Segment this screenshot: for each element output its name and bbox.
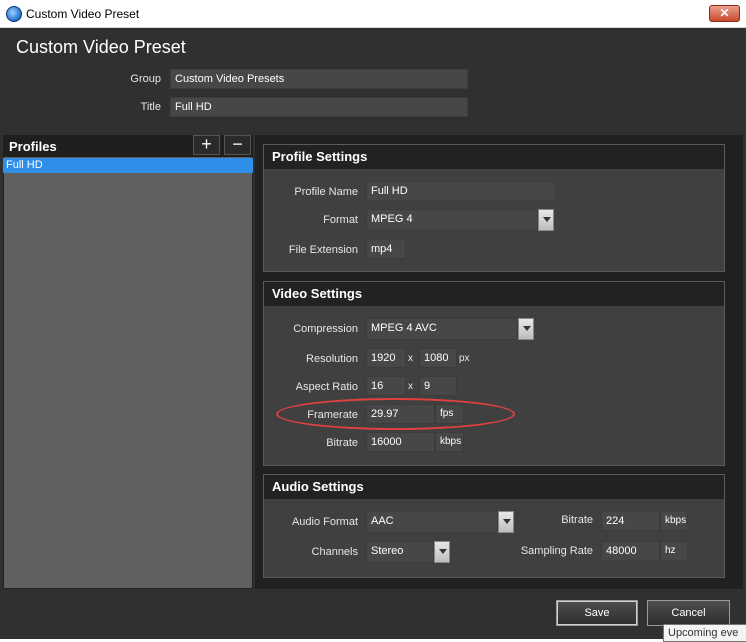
- resolution-label: Resolution: [306, 353, 358, 365]
- cancel-button[interactable]: Cancel: [647, 600, 730, 626]
- compression-select[interactable]: MPEG 4 AVC: [366, 318, 518, 340]
- title-field[interactable]: Full HD: [170, 97, 468, 117]
- resolution-height-field[interactable]: 1080: [419, 348, 457, 368]
- compression-label: Compression: [293, 323, 358, 335]
- group-label: Group: [130, 73, 161, 85]
- aspect-ratio-label: Aspect Ratio: [295, 381, 358, 393]
- remove-profile-button[interactable]: −: [224, 135, 251, 155]
- video-bitrate-label: Bitrate: [326, 437, 358, 449]
- title-label: Title: [140, 101, 161, 113]
- file-extension-field[interactable]: mp4: [366, 239, 406, 259]
- video-settings-heading: Video Settings: [264, 282, 724, 306]
- app-icon: [6, 6, 22, 22]
- chevron-down-icon[interactable]: [538, 209, 554, 231]
- aspect-x-label: x: [408, 381, 413, 392]
- profile-list-item[interactable]: Full HD: [3, 158, 253, 173]
- profile-name-field[interactable]: Full HD: [366, 181, 556, 201]
- sampling-rate-unit: hz: [660, 541, 688, 561]
- tooltip: Upcoming eve: [663, 624, 746, 642]
- sampling-rate-field[interactable]: 48000: [601, 541, 660, 561]
- audio-format-label: Audio Format: [291, 516, 358, 528]
- aspect-height-field[interactable]: 9: [419, 376, 457, 396]
- channels-select[interactable]: Stereo: [366, 541, 434, 563]
- group-field[interactable]: Custom Video Presets: [170, 69, 468, 89]
- audio-bitrate-field[interactable]: 224: [601, 511, 660, 531]
- chevron-down-icon[interactable]: [498, 511, 514, 533]
- format-select[interactable]: MPEG 4: [366, 209, 538, 231]
- audio-bitrate-label: Bitrate: [561, 514, 593, 526]
- add-profile-button[interactable]: +: [193, 135, 220, 155]
- audio-format-select[interactable]: AAC: [366, 511, 498, 533]
- format-label: Format: [323, 214, 358, 226]
- audio-settings-heading: Audio Settings: [264, 475, 724, 499]
- file-extension-label: File Extension: [288, 244, 358, 256]
- channels-label: Channels: [311, 546, 358, 558]
- chevron-down-icon[interactable]: [518, 318, 534, 340]
- audio-bitrate-unit: kbps: [660, 511, 688, 531]
- sampling-rate-label: Sampling Rate: [520, 545, 593, 557]
- profile-name-label: Profile Name: [294, 186, 358, 198]
- profiles-list: [3, 135, 253, 589]
- framerate-highlight-annotation: [276, 398, 515, 430]
- save-button[interactable]: Save: [556, 600, 638, 626]
- profile-settings-heading: Profile Settings: [264, 145, 724, 169]
- page-title: Custom Video Preset: [16, 37, 186, 57]
- resolution-width-field[interactable]: 1920: [366, 348, 406, 368]
- window-title: Custom Video Preset: [26, 7, 140, 21]
- video-bitrate-field[interactable]: 16000: [366, 432, 435, 452]
- video-bitrate-unit: kbps: [435, 432, 464, 452]
- resolution-x-label: x: [408, 353, 413, 364]
- profiles-title: Profiles: [9, 139, 57, 154]
- aspect-width-field[interactable]: 16: [366, 376, 406, 396]
- resolution-unit: px: [459, 353, 470, 364]
- close-button[interactable]: ✕: [709, 5, 740, 22]
- chevron-down-icon[interactable]: [434, 541, 450, 563]
